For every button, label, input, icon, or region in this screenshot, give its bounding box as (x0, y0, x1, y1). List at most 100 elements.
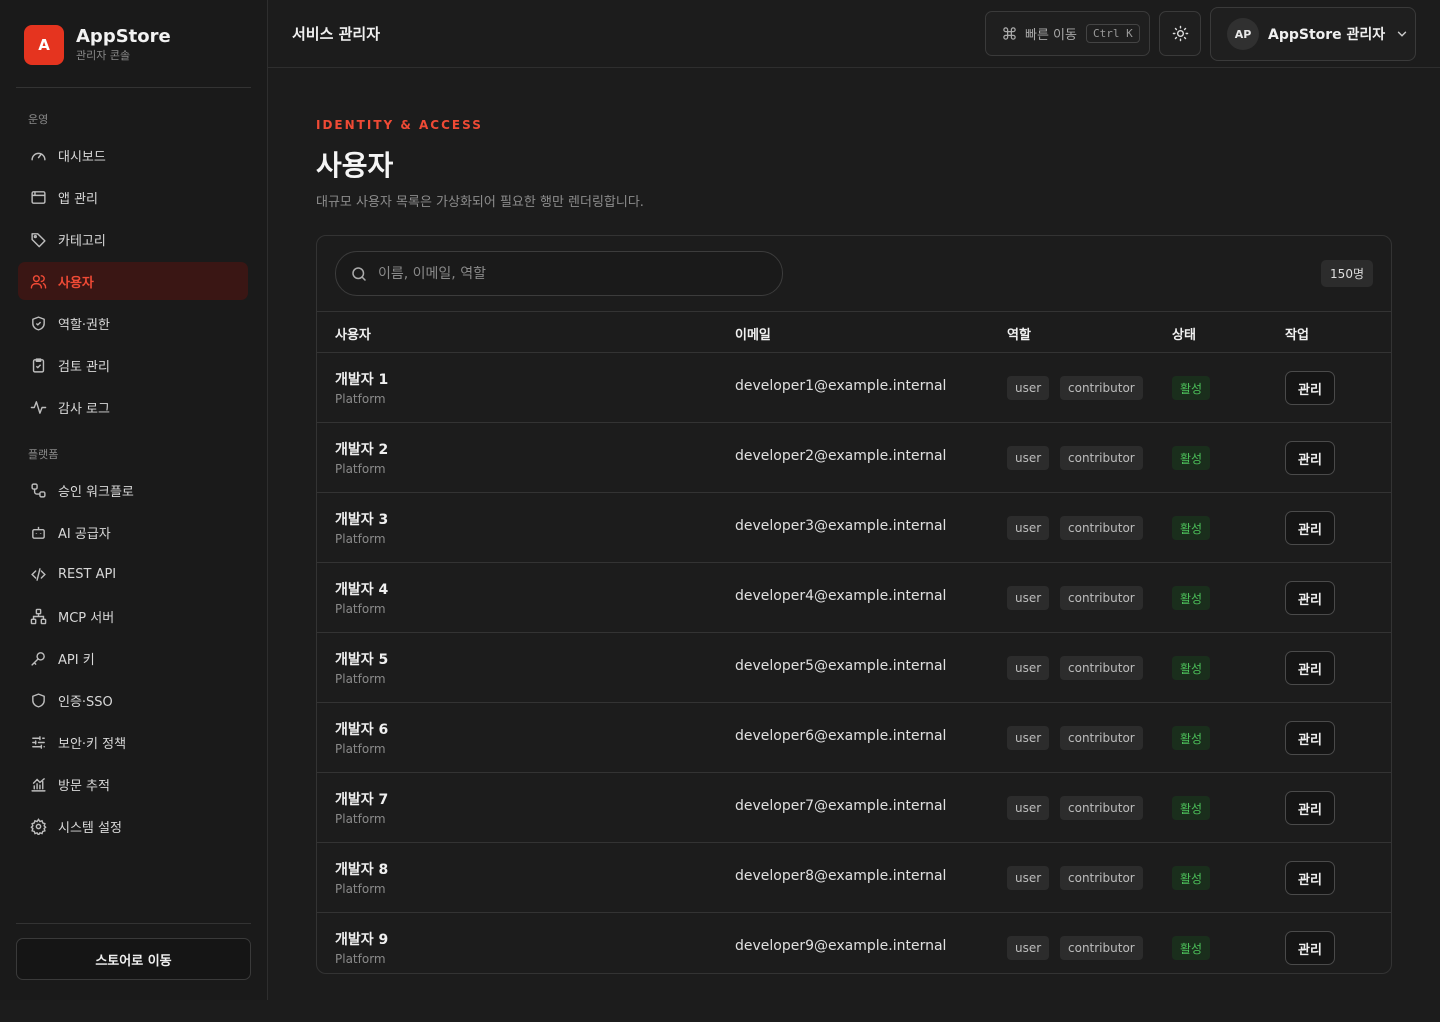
user-email-cell: developer2@example.internal (735, 448, 947, 464)
sidebar-item-mcp-server[interactable]: MCP 서버 (18, 597, 248, 635)
manage-button[interactable]: 관리 (1285, 931, 1335, 965)
role-tag: user (1007, 796, 1050, 820)
quick-nav-button[interactable]: 빠른 이동 Ctrl K (985, 11, 1150, 56)
window-icon (29, 188, 47, 206)
search-box[interactable] (335, 251, 783, 296)
manage-button[interactable]: 관리 (1285, 791, 1335, 825)
column-header-email[interactable]: 이메일 (735, 324, 771, 343)
manage-button[interactable]: 관리 (1285, 371, 1335, 405)
role-tag: contributor (1060, 936, 1143, 960)
status-badge: 활성 (1172, 796, 1211, 820)
gauge-icon (29, 146, 47, 164)
column-header-status[interactable]: 상태 (1172, 324, 1196, 343)
role-tag: contributor (1060, 586, 1143, 610)
workflow-icon (29, 481, 47, 499)
table-row: 개발자 9 Platform developer9@example.intern… (317, 913, 1391, 973)
column-header-user[interactable]: 사용자 (335, 324, 371, 343)
page-title: 사용자 (316, 149, 394, 182)
user-name: AppStore 관리자 (1268, 27, 1386, 43)
role-tag: user (1007, 516, 1050, 540)
sidebar-item-audit-log[interactable]: 감사 로그 (18, 388, 248, 426)
command-icon (1002, 26, 1017, 41)
sidebar-item-auth-sso[interactable]: 인증·SSO (18, 681, 248, 719)
column-header-role[interactable]: 역할 (1007, 324, 1031, 343)
chart-icon (29, 775, 47, 793)
role-tag: user (1007, 936, 1050, 960)
sidebar: A AppStore 관리자 콘솔 운영 대시보드 앱 관리 카테고리 사용자 … (0, 0, 268, 1000)
sidebar-item-system-settings[interactable]: 시스템 설정 (18, 807, 248, 845)
brand[interactable]: A AppStore 관리자 콘솔 (24, 25, 171, 65)
user-email-cell: developer3@example.internal (735, 518, 947, 534)
go-to-store-button[interactable]: 스토어로 이동 (16, 938, 251, 980)
sidebar-item-reviews[interactable]: 검토 관리 (18, 346, 248, 384)
status-badge: 활성 (1172, 446, 1211, 470)
chevron-down-icon (1395, 27, 1409, 41)
sidebar-item-categories[interactable]: 카테고리 (18, 220, 248, 258)
activity-icon (29, 398, 47, 416)
status-badge: 활성 (1172, 866, 1211, 890)
role-tag: contributor (1060, 866, 1143, 890)
role-tag: contributor (1060, 796, 1143, 820)
user-menu-button[interactable]: AP AppStore 관리자 (1210, 7, 1416, 61)
top-header: 서비스 관리자 빠른 이동 Ctrl K AP AppStore 관리자 (268, 0, 1440, 68)
gear-icon (29, 817, 47, 835)
table-row: 개발자 5 Platform developer5@example.intern… (317, 633, 1391, 703)
user-team-cell: Platform (335, 812, 386, 826)
users-icon (29, 272, 47, 290)
user-name-cell: 개발자 6 (335, 722, 389, 738)
section-label-ops: 운영 (28, 113, 49, 126)
manage-button[interactable]: 관리 (1285, 861, 1335, 895)
sidebar-item-label: 검토 관리 (58, 359, 110, 375)
page-eyebrow: IDENTITY & ACCESS (316, 118, 483, 132)
sidebar-item-label: 사용자 (58, 275, 94, 291)
user-email-cell: developer1@example.internal (735, 378, 947, 394)
code-icon (29, 565, 47, 583)
avatar: AP (1227, 18, 1259, 50)
sidebar-item-label: 인증·SSO (58, 694, 113, 710)
user-name-cell: 개발자 7 (335, 792, 389, 808)
manage-button[interactable]: 관리 (1285, 651, 1335, 685)
sidebar-item-label: 역할·권한 (58, 317, 110, 333)
user-team-cell: Platform (335, 882, 386, 896)
sidebar-item-roles[interactable]: 역할·권한 (18, 304, 248, 342)
shield-icon (29, 691, 47, 709)
user-team-cell: Platform (335, 742, 386, 756)
user-name-cell: 개발자 1 (335, 372, 389, 388)
user-email-cell: developer5@example.internal (735, 658, 947, 674)
user-count-badge: 150명 (1321, 260, 1373, 287)
sidebar-item-security-policy[interactable]: 보안·키 정책 (18, 723, 248, 761)
theme-toggle-button[interactable] (1159, 11, 1201, 56)
sidebar-item-users[interactable]: 사용자 (18, 262, 248, 300)
user-team-cell: Platform (335, 602, 386, 616)
manage-button[interactable]: 관리 (1285, 441, 1335, 475)
key-icon (29, 649, 47, 667)
sidebar-item-ai-providers[interactable]: AI 공급자 (18, 513, 248, 551)
sidebar-item-workflow[interactable]: 승인 워크플로 (18, 471, 248, 509)
sidebar-divider (16, 923, 251, 924)
user-team-cell: Platform (335, 532, 386, 546)
table-row: 개발자 7 Platform developer7@example.intern… (317, 773, 1391, 843)
table-row: 개발자 8 Platform developer8@example.intern… (317, 843, 1391, 913)
user-email-cell: developer7@example.internal (735, 798, 947, 814)
sidebar-item-apps[interactable]: 앱 관리 (18, 178, 248, 216)
user-email-cell: developer6@example.internal (735, 728, 947, 744)
sidebar-item-rest-api[interactable]: REST API (18, 555, 248, 593)
sidebar-item-visit-tracking[interactable]: 방문 추적 (18, 765, 248, 803)
table-row: 개발자 2 Platform developer2@example.intern… (317, 423, 1391, 493)
role-tag: user (1007, 726, 1050, 750)
manage-button[interactable]: 관리 (1285, 721, 1335, 755)
manage-button[interactable]: 관리 (1285, 511, 1335, 545)
sidebar-item-api-keys[interactable]: API 키 (18, 639, 248, 677)
user-name-cell: 개발자 5 (335, 652, 389, 668)
role-tag: contributor (1060, 656, 1143, 680)
user-email-cell: developer9@example.internal (735, 938, 947, 954)
role-tag: contributor (1060, 376, 1143, 400)
sidebar-item-label: MCP 서버 (58, 610, 115, 626)
search-input[interactable] (378, 265, 758, 282)
sidebar-item-label: 대시보드 (58, 149, 106, 165)
role-tag: contributor (1060, 446, 1143, 470)
sidebar-item-label: 보안·키 정책 (58, 736, 127, 752)
status-badge: 활성 (1172, 376, 1211, 400)
sidebar-item-dashboard[interactable]: 대시보드 (18, 136, 248, 174)
manage-button[interactable]: 관리 (1285, 581, 1335, 615)
